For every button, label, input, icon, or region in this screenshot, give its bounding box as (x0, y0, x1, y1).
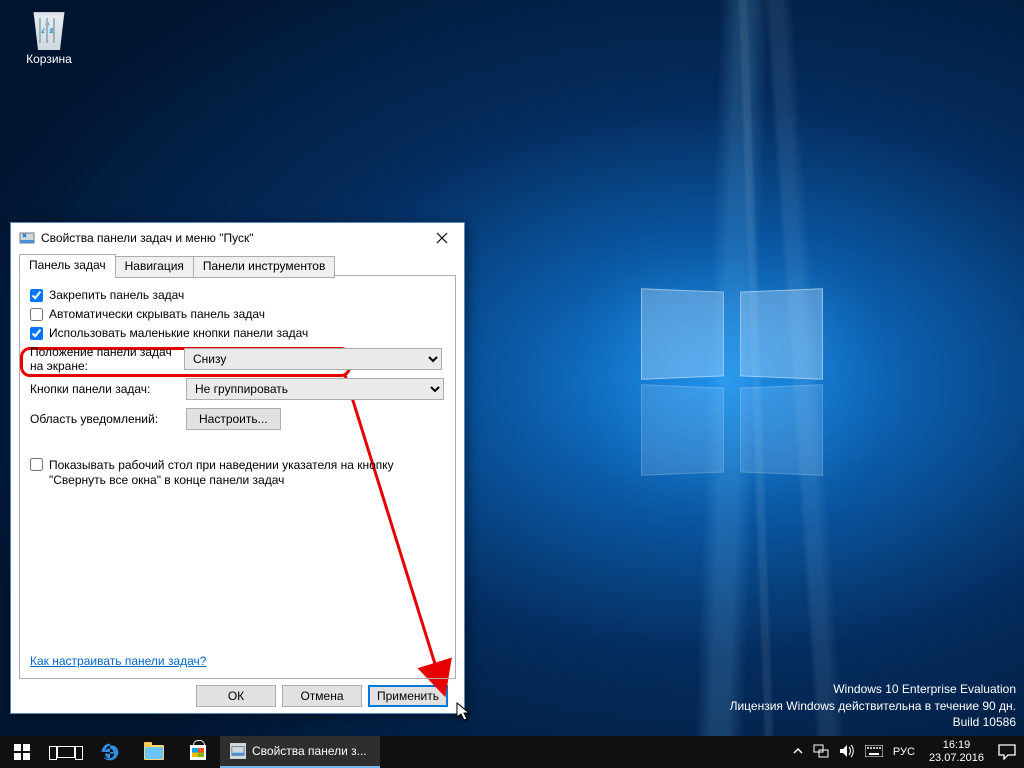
close-button[interactable] (420, 223, 464, 253)
trash-icon (27, 4, 71, 50)
task-view-icon (57, 746, 75, 758)
dialog-icon (19, 230, 35, 246)
checkbox-small-buttons[interactable]: Использовать маленькие кнопки панели зад… (30, 326, 445, 340)
edge-button[interactable] (88, 736, 132, 768)
tray-overflow-button[interactable] (793, 745, 803, 759)
checkbox-small-buttons-input[interactable] (30, 327, 43, 340)
taskbar: Свойства панели з... РУС 16:19 23.07.201… (0, 736, 1024, 768)
tabstrip: Панель задач Навигация Панели инструмент… (19, 254, 456, 276)
clock[interactable]: 16:19 23.07.2016 (925, 739, 988, 764)
taskbar-app-icon (230, 743, 246, 759)
clock-date: 23.07.2016 (929, 752, 984, 765)
edge-icon (100, 742, 120, 762)
dialog-title: Свойства панели задач и меню "Пуск" (41, 231, 414, 245)
wallpaper-logo (640, 290, 830, 480)
folder-icon (144, 745, 164, 760)
clock-time: 16:19 (929, 739, 984, 752)
chevron-up-icon (793, 746, 803, 756)
recycle-bin-label: Корзина (14, 52, 84, 66)
select-buttons[interactable]: Не группировать (186, 378, 444, 400)
tab-navigation[interactable]: Навигация (115, 256, 194, 278)
store-icon (190, 745, 206, 760)
apply-button[interactable]: Применить (368, 685, 448, 707)
start-button[interactable] (0, 736, 44, 768)
checkbox-lock-taskbar-input[interactable] (30, 289, 43, 302)
store-button[interactable] (176, 736, 220, 768)
select-position[interactable]: Снизу (184, 348, 442, 370)
cancel-button[interactable]: Отмена (282, 685, 362, 707)
volume-icon[interactable] (839, 744, 855, 761)
tab-toolbars[interactable]: Панели инструментов (193, 256, 335, 278)
taskbar-app-properties[interactable]: Свойства панели з... (220, 736, 380, 768)
windows-logo-icon (14, 744, 30, 760)
taskbar-app-label: Свойства панели з... (252, 744, 367, 758)
checkbox-autohide[interactable]: Автоматически скрывать панель задач (30, 307, 445, 321)
checkbox-lock-taskbar[interactable]: Закрепить панель задач (30, 288, 445, 302)
label-position: Положение панели задач на экране: (30, 345, 178, 374)
titlebar[interactable]: Свойства панели задач и меню "Пуск" (11, 223, 464, 253)
close-icon (436, 232, 448, 244)
tab-taskbar[interactable]: Панель задач (19, 254, 116, 276)
keyboard-icon[interactable] (865, 745, 883, 760)
recycle-bin-icon[interactable]: Корзина (14, 4, 84, 66)
taskbar-properties-dialog: Свойства панели задач и меню "Пуск" Пане… (10, 222, 465, 714)
file-explorer-button[interactable] (132, 736, 176, 768)
tab-panel: Закрепить панель задач Автоматически скр… (19, 275, 456, 679)
language-indicator[interactable]: РУС (893, 746, 915, 758)
ok-button[interactable]: ОК (196, 685, 276, 707)
task-view-button[interactable] (44, 736, 88, 768)
network-icon[interactable] (813, 744, 829, 761)
help-link[interactable]: Как настраивать панели задач? (30, 654, 206, 668)
label-buttons: Кнопки панели задач: (30, 382, 180, 396)
windows-watermark: Windows 10 Enterprise Evaluation Лицензи… (730, 681, 1016, 730)
checkbox-peek[interactable]: Показывать рабочий стол при наведении ук… (30, 458, 445, 489)
notification-icon (998, 744, 1016, 760)
checkbox-peek-input[interactable] (30, 458, 43, 471)
action-center-button[interactable] (998, 744, 1016, 760)
configure-notif-button[interactable]: Настроить... (186, 408, 281, 430)
system-tray: РУС 16:19 23.07.2016 (789, 736, 1024, 768)
checkbox-autohide-input[interactable] (30, 308, 43, 321)
label-notification-area: Область уведомлений: (30, 412, 180, 426)
